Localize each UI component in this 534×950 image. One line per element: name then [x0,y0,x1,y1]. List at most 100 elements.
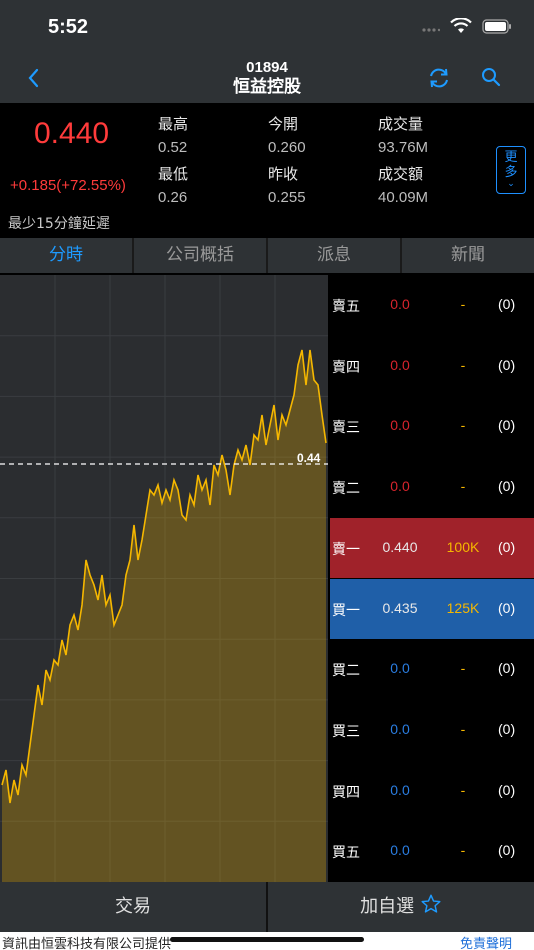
refresh-icon [430,68,448,88]
trade-label: 交易 [115,896,151,917]
quote-panel: 0.440 +0.185(+72.55%) 最少15分鐘延遲 最高 0.52 今… [0,103,534,238]
stock-name: 恒益控股 [233,77,301,96]
order-book-price: 0.0 [390,781,410,798]
battery-icon [482,18,512,38]
intraday-chart-svg: 0.44 [0,275,328,882]
refresh-button[interactable] [426,65,452,91]
stat-prev-close-value: 0.255 [268,189,306,206]
stat-high-label: 最高 [158,115,189,133]
order-book: 賣五 0.0 - (0) 賣四 0.0 - (0) 賣三 0.0 - (0) 賣二 0.0 - (0) 賣一 0.… [330,275,534,882]
watchlist-label: 加自選 [360,896,415,917]
tab-intraday[interactable]: 分時 [0,238,134,273]
status-icons [422,17,512,38]
order-book-volume: - [460,720,466,737]
tab-bar: 分時 公司概括 派息 新聞 [0,238,534,273]
order-book-row-ask-1: 賣一 0.440 100K (0) [330,517,534,578]
order-book-count: (0) [498,720,516,737]
order-book-count: (0) [498,296,516,312]
stat-low-label: 最低 [158,165,189,183]
cellular-signal-icon [422,19,441,38]
order-book-row-bid-5: 買五 0.0 - (0) [330,821,534,881]
search-button[interactable] [479,65,503,89]
order-book-volume: 100K [446,538,480,555]
last-price: 0.440 [34,117,110,150]
order-book-label: 買一 [332,602,360,619]
status-time: 5:52 [48,16,89,38]
order-book-volume: - [460,296,466,312]
order-book-count: (0) [498,660,516,677]
home-indicator [170,937,364,942]
stat-turnover-value: 40.09M [378,189,429,206]
order-book-count: (0) [498,781,516,798]
star-icon [421,894,441,913]
order-book-price: 0.0 [390,296,410,312]
order-book-price: 0.0 [390,660,410,677]
data-provider-note: 資訊由恒雲科技有限公司提供 [2,937,172,950]
order-book-row-bid-4: 買四 0.0 - (0) [330,761,534,821]
order-book-volume: - [460,417,466,434]
more-button[interactable]: 更多 ⌄ [496,146,526,194]
nav-bar: 01894 恒益控股 [0,55,534,103]
order-book-volume: - [460,356,466,373]
order-book-label: 賣二 [332,481,360,498]
order-book-label: 買五 [332,845,360,862]
order-book-price: 0.440 [382,538,418,555]
add-watchlist-button[interactable]: 加自選 [268,882,534,932]
order-book-row-ask-3: 賣三 0.0 - (0) [330,396,534,456]
order-book-label: 賣五 [332,299,360,315]
order-book-count: (0) [498,356,516,373]
tab-news[interactable]: 新聞 [402,238,534,273]
tab-dividend[interactable]: 派息 [268,238,402,273]
status-bar: 5:52 [0,0,534,55]
order-book-row-ask-2: 賣二 0.0 - (0) [330,457,534,517]
order-book-label: 賣四 [332,359,360,376]
stat-volume-label: 成交量 [378,115,424,133]
wifi-icon [450,17,472,38]
order-book-row-bid-1: 買一 0.435 125K (0) [330,578,534,639]
order-book-row-bid-3: 買三 0.0 - (0) [330,700,534,760]
more-label: 更多 [504,150,518,180]
order-book-price: 0.435 [382,599,418,616]
order-book-volume: - [460,842,466,859]
stat-prev-close-label: 昨收 [268,165,299,183]
order-book-price: 0.0 [390,720,410,737]
order-book-label: 買三 [332,723,360,740]
current-price-label: 0.44 [297,451,321,465]
order-book-volume: 125K [446,599,480,616]
stat-turnover-label: 成交額 [378,165,424,183]
trade-button[interactable]: 交易 [0,882,266,932]
delay-note: 最少15分鐘延遲 [8,216,110,232]
order-book-label: 買四 [332,784,360,801]
order-book-price: 0.0 [390,842,410,859]
order-book-label: 賣三 [332,420,360,437]
order-book-price: 0.0 [390,417,410,434]
stat-low-value: 0.26 [158,189,188,206]
stat-open-label: 今開 [268,115,299,133]
bottom-action-bar: 交易 加自選 [0,882,534,932]
order-book-count: (0) [498,538,516,555]
order-book-volume: - [460,478,466,495]
order-book-count: (0) [498,842,516,859]
order-book-count: (0) [498,417,516,434]
order-book-volume: - [460,781,466,798]
search-icon [482,68,501,87]
order-book-price: 0.0 [390,356,410,373]
order-book-row-ask-5: 賣五 0.0 - (0) [330,275,534,335]
chevron-down-icon: ⌄ [507,179,515,189]
stat-open-value: 0.260 [268,139,306,156]
order-book-count: (0) [498,478,516,495]
order-book-label: 賣一 [332,541,360,558]
tab-company-overview[interactable]: 公司概括 [134,238,268,273]
order-book-volume: - [460,660,466,677]
order-book-price: 0.0 [390,478,410,495]
disclaimer-link[interactable]: 免責聲明 [460,933,512,950]
stock-code: 01894 [246,59,288,76]
order-book-row-ask-4: 賣四 0.0 - (0) [330,336,534,396]
intraday-chart[interactable]: 0.44 [0,275,328,882]
order-book-count: (0) [498,599,516,616]
price-change: +0.185(+72.55%) [10,177,126,194]
stat-high-value: 0.52 [158,139,188,156]
order-book-label: 買二 [332,663,360,680]
nav-title: 01894 恒益控股 [0,59,534,97]
stat-volume-value: 93.76M [378,139,429,156]
